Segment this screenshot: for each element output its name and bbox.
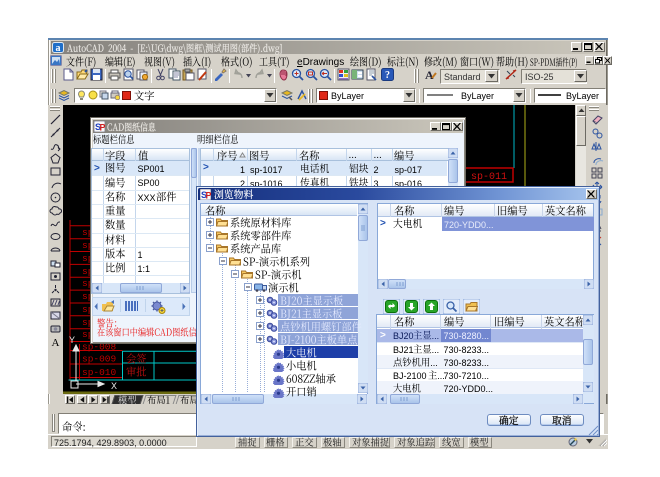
svg-text:sp-010: sp-010	[82, 367, 117, 378]
svg-text:sp-009: sp-009	[82, 354, 117, 365]
svg-text:?: ?	[385, 70, 390, 81]
svg-text:Y: Y	[69, 335, 75, 345]
svg-text:P: P	[100, 123, 106, 133]
svg-text:X: X	[111, 381, 117, 391]
svg-text:a: a	[56, 43, 61, 53]
svg-text:A: A	[425, 68, 434, 81]
svg-text:A: A	[52, 337, 60, 348]
svg-text:P: P	[205, 190, 211, 200]
svg-text:sp-011: sp-011	[471, 172, 507, 183]
